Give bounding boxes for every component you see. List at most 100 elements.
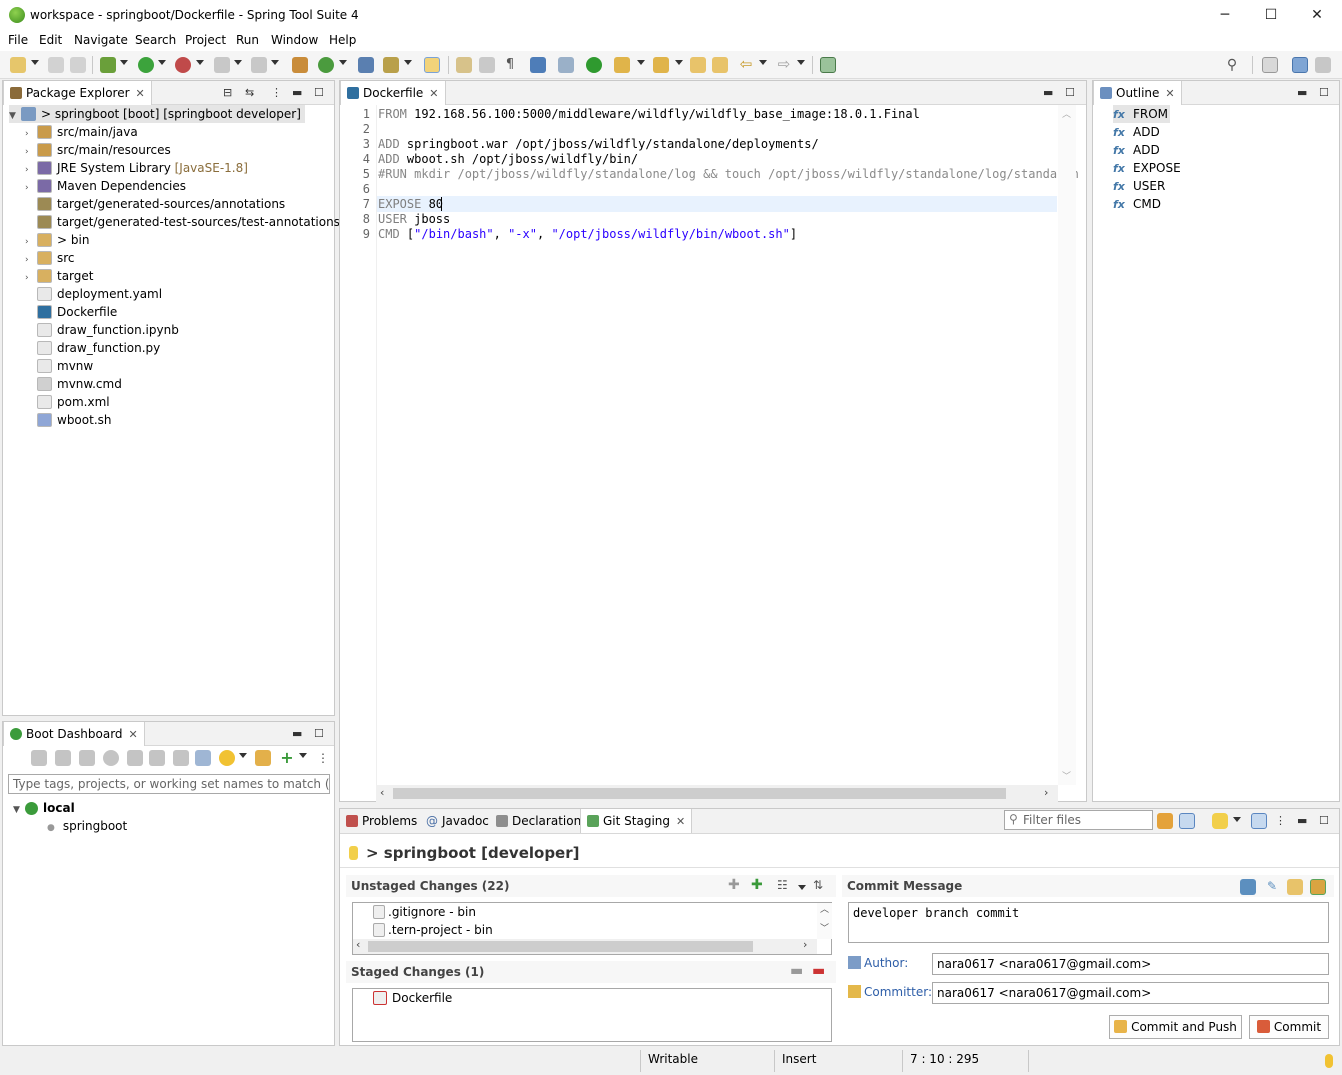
toggle-breadcrumb-icon[interactable] [456, 57, 472, 73]
tree-item[interactable]: › > bin [25, 231, 89, 249]
maximize-view-icon[interactable]: ☐ [1319, 814, 1329, 827]
scroll-down-icon[interactable]: ﹀ [1062, 769, 1071, 782]
unstaged-vscroll[interactable]: ︿ ﹀ [817, 903, 832, 939]
outline-item[interactable]: fx EXPOSE [1113, 159, 1181, 177]
code-line[interactable]: ADD springboot.war /opt/jboss/wildfly/st… [378, 137, 819, 151]
minimize-view-icon[interactable]: ▬ [1043, 86, 1053, 99]
menu-project[interactable]: Project [185, 33, 226, 47]
maximize-button[interactable]: ☐ [1248, 0, 1294, 31]
open-browser-icon[interactable] [103, 750, 119, 766]
forward-icon[interactable]: ⇨ [776, 57, 792, 73]
code-line[interactable]: EXPOSE 80 [378, 197, 443, 211]
bulb-icon[interactable] [219, 750, 235, 766]
scroll-down-icon[interactable]: ﹀ [820, 921, 829, 934]
stop-icon[interactable] [214, 57, 230, 73]
tree-item[interactable]: deployment.yaml [25, 285, 162, 303]
outline-item[interactable]: fx ADD [1113, 141, 1160, 159]
spring-boot-icon[interactable] [586, 57, 602, 73]
author-input[interactable]: nara0617 <nara0617@gmail.com> [932, 953, 1329, 975]
outline-item[interactable]: fx USER [1113, 177, 1165, 195]
menu-file[interactable]: File [8, 33, 28, 47]
add-icon[interactable]: + [279, 750, 295, 766]
run-icon[interactable] [138, 57, 154, 73]
code-line[interactable]: #RUN mkdir /opt/jboss/wildfly/standalone… [378, 167, 1079, 181]
unstaged-hscroll[interactable]: ‹ › [353, 938, 817, 954]
push-to-gerrit-icon[interactable] [1240, 879, 1256, 895]
boot-filter-input[interactable]: Type tags, projects, or working set name… [8, 774, 330, 794]
code-editor[interactable]: 1 FROM 192.168.56.100:5000/middleware/wil… [340, 106, 1079, 786]
menu-run[interactable]: Run [236, 33, 259, 47]
maximize-view-icon[interactable]: ☐ [314, 86, 324, 99]
repository-icon[interactable] [1212, 813, 1228, 829]
run-external-icon[interactable] [175, 57, 191, 73]
tree-item[interactable]: › src/main/java [25, 123, 138, 141]
search-icon[interactable]: ⚲ [1224, 57, 1240, 73]
committer-input[interactable]: nara0617 <nara0617@gmail.com> [932, 982, 1329, 1004]
tree-item[interactable]: › target [25, 267, 94, 285]
tab-boot-dashboard[interactable]: Boot Dashboard ✕ [3, 722, 145, 746]
menu-edit[interactable]: Edit [39, 33, 62, 47]
save-all-icon[interactable] [70, 57, 86, 73]
tip-bulb-icon[interactable] [1325, 1054, 1333, 1068]
menu-help[interactable]: Help [329, 33, 356, 47]
tree-item[interactable]: mvnw [25, 357, 93, 375]
minimize-view-icon[interactable]: ▬ [1297, 814, 1307, 827]
tree-item[interactable]: Dockerfile [25, 303, 117, 321]
presentation-icon[interactable]: ☷ [777, 878, 788, 892]
menu-navigate[interactable]: Navigate [74, 33, 128, 47]
commit-message-input[interactable]: developer branch commit [848, 902, 1329, 943]
tree-item[interactable]: › src [25, 249, 75, 267]
tab-outline[interactable]: Outline ✕ [1093, 81, 1182, 105]
scroll-right-icon[interactable]: › [1044, 786, 1048, 799]
columns-icon[interactable] [195, 750, 211, 766]
minimize-view-icon[interactable]: ▬ [292, 727, 302, 740]
close-icon[interactable]: ✕ [1165, 82, 1174, 106]
unstage-selected-icon[interactable]: ▬ [790, 963, 803, 979]
maximize-view-icon[interactable]: ☐ [1065, 86, 1075, 99]
scroll-left-icon[interactable]: ‹ [380, 786, 384, 799]
commit-and-push-button[interactable]: Commit and Push [1109, 1015, 1242, 1039]
save-icon[interactable] [48, 57, 64, 73]
minimize-button[interactable]: ─ [1202, 0, 1248, 31]
pin-editor-icon[interactable] [820, 57, 836, 73]
tree-item[interactable]: target/generated-sources/annotations [25, 195, 285, 213]
unstage-all-icon[interactable]: ▬ [812, 963, 825, 979]
stage-all-icon[interactable]: ✚ [751, 877, 763, 893]
code-line[interactable]: USER jboss [378, 212, 450, 226]
tree-item[interactable]: mvnw.cmd [25, 375, 122, 393]
back-icon[interactable]: ⇦ [738, 57, 754, 73]
git-perspective-icon[interactable] [1315, 57, 1331, 73]
menu-search[interactable]: Search [135, 33, 176, 47]
refresh-icon[interactable] [1157, 813, 1173, 829]
chevron-down-icon[interactable]: ▼ [9, 107, 21, 125]
sign-off-icon[interactable] [1287, 879, 1303, 895]
tree-item[interactable]: › src/main/resources [25, 141, 171, 159]
tab-dockerfile[interactable]: Dockerfile ✕ [340, 81, 446, 105]
view-menu-icon[interactable]: ⋮ [271, 86, 282, 99]
console-icon[interactable] [127, 750, 143, 766]
tab-git-staging[interactable]: Git Staging ✕ [580, 809, 693, 834]
tree-item[interactable]: draw_function.ipynb [25, 321, 179, 339]
edit-icon[interactable] [173, 750, 189, 766]
next-annotation-icon[interactable] [614, 57, 630, 73]
code-line[interactable]: ADD wboot.sh /opt/jboss/wildfly/bin/ [378, 152, 638, 166]
unstaged-list[interactable]: .gitignore - bin .tern-project - bin ︿ ﹀ … [352, 902, 832, 955]
scroll-up-icon[interactable]: ︿ [1062, 107, 1071, 120]
close-icon[interactable]: ✕ [676, 810, 685, 834]
open-perspective-icon[interactable] [1262, 57, 1278, 73]
tree-item[interactable]: › Maven Dependencies [25, 177, 186, 195]
maximize-view-icon[interactable]: ☐ [1319, 86, 1329, 99]
new-icon[interactable] [10, 57, 26, 73]
stop-icon[interactable] [79, 750, 95, 766]
outline-item[interactable]: fx CMD [1113, 195, 1161, 213]
scroll-thumb[interactable] [368, 941, 753, 952]
debug-icon[interactable] [100, 57, 116, 73]
commit-button[interactable]: Commit [1249, 1015, 1329, 1039]
vertical-scrollbar[interactable]: ︿ ﹀ [1058, 105, 1076, 785]
close-icon[interactable]: ✕ [129, 723, 138, 747]
menu-window[interactable]: Window [271, 33, 318, 47]
staged-file[interactable]: Dockerfile [373, 989, 452, 1007]
tree-item[interactable]: wboot.sh [25, 411, 112, 429]
minimize-view-icon[interactable]: ▬ [1297, 86, 1307, 99]
view-menu-icon[interactable]: ⋮ [1275, 814, 1286, 827]
